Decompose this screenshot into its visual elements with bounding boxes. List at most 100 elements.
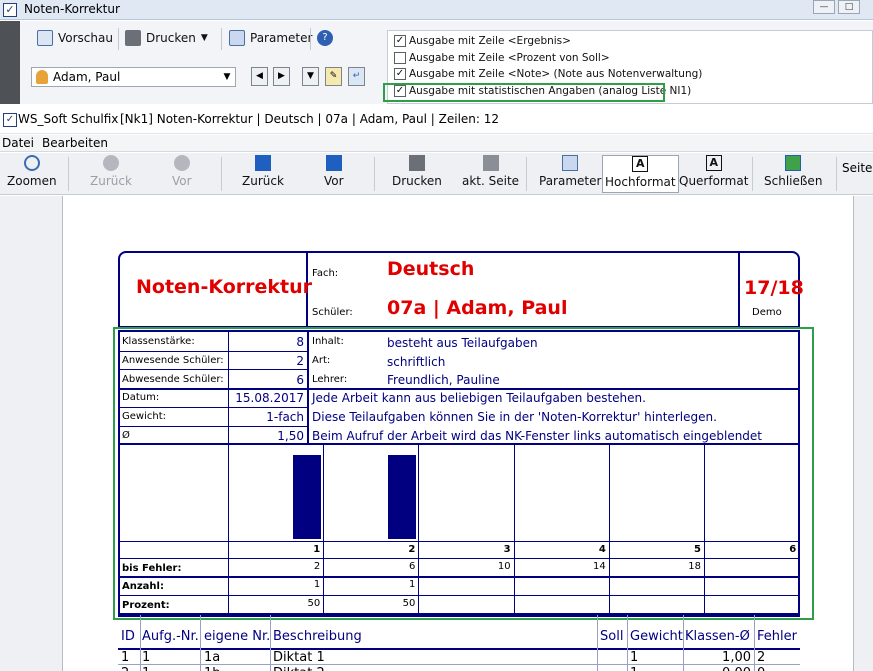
forward-disabled-label: Vor bbox=[172, 174, 192, 188]
table-header[interactable]: Klassen-Ø bbox=[685, 629, 750, 644]
menu-bearbeiten[interactable]: Bearbeiten bbox=[42, 136, 108, 150]
prozent-cell: 50 bbox=[307, 598, 321, 609]
option-label: Ausgabe mit Zeile <Ergebnis> bbox=[409, 35, 571, 47]
app-bar: ✓ WS_Soft Schulfix [Nk1] Noten-Korrektur… bbox=[0, 106, 873, 134]
next-student-button[interactable]: ▶ bbox=[273, 67, 290, 86]
parameter-button-2[interactable]: Parameter bbox=[539, 155, 601, 188]
drucken-button[interactable]: Drucken ▼ bbox=[125, 30, 208, 46]
table-header[interactable]: eigene Nr. bbox=[204, 629, 270, 644]
grid-line bbox=[513, 443, 515, 615]
checkbox[interactable] bbox=[394, 52, 406, 64]
table-header[interactable]: Aufg.-Nr. bbox=[142, 629, 199, 644]
grade-tick-label: 6 bbox=[789, 544, 797, 555]
close-button[interactable]: Schließen bbox=[764, 155, 822, 188]
grid-line bbox=[704, 443, 705, 615]
option-ergebnis[interactable]: ✓ Ausgabe mit Zeile <Ergebnis> bbox=[394, 35, 571, 47]
parameter-button[interactable]: Parameter bbox=[229, 30, 312, 46]
grid-line bbox=[683, 615, 684, 671]
back-button[interactable]: Zurück bbox=[242, 155, 284, 188]
parameter-icon bbox=[229, 30, 245, 46]
table-cell: 1b bbox=[204, 666, 221, 671]
table-cell: 1 bbox=[630, 650, 639, 665]
forward-label: Vor bbox=[324, 174, 344, 188]
forward-icon bbox=[173, 155, 190, 171]
forward-button[interactable]: Vor bbox=[324, 155, 344, 188]
table-cell: 0 bbox=[757, 666, 765, 671]
separator bbox=[68, 157, 69, 191]
table-header[interactable]: Gewicht bbox=[630, 629, 683, 644]
table-cell: 1 bbox=[121, 650, 130, 665]
maximize-button[interactable]: □ bbox=[838, 0, 860, 14]
school-year: 17/18 bbox=[744, 277, 804, 299]
forward-disabled-button[interactable]: Vor bbox=[172, 155, 192, 188]
enter-icon[interactable]: ↵ bbox=[348, 67, 365, 86]
printer-icon bbox=[125, 30, 141, 46]
checkbox[interactable]: ✓ bbox=[394, 68, 406, 80]
print-current-label: akt. Seite bbox=[462, 174, 520, 188]
table-cell: Diktat 1 bbox=[273, 650, 325, 665]
grid-line bbox=[140, 615, 141, 671]
back-label: Zurück bbox=[242, 174, 284, 188]
landscape-button[interactable]: A Querformat bbox=[679, 155, 748, 188]
highlight-box bbox=[383, 83, 665, 102]
separator bbox=[310, 28, 311, 50]
close-label: Schließen bbox=[764, 174, 823, 188]
table-header[interactable]: Beschreibung bbox=[273, 629, 362, 644]
print-label: Drucken bbox=[392, 174, 442, 188]
checkbox[interactable]: ✓ bbox=[394, 35, 406, 47]
zoom-label: Zoomen bbox=[7, 174, 57, 188]
grade-tick-label: 1 bbox=[313, 544, 321, 555]
option-note[interactable]: ✓ Ausgabe mit Zeile <Note> (Note aus Not… bbox=[394, 68, 702, 80]
table-header[interactable]: ID bbox=[121, 629, 135, 644]
parameter-icon bbox=[562, 155, 579, 171]
student-select[interactable]: Adam, Paul ▼ bbox=[31, 67, 236, 87]
fach-label: Fach: bbox=[312, 268, 339, 279]
separator bbox=[221, 157, 222, 191]
portrait-label: Hochformat bbox=[605, 175, 676, 189]
separator bbox=[752, 157, 753, 191]
edit-icon[interactable]: ✎ bbox=[325, 67, 342, 86]
grid-line bbox=[597, 615, 598, 671]
anzahl-cell: 1 bbox=[313, 579, 321, 590]
title-bar: ✓ Noten-Korrektur — □ bbox=[0, 0, 873, 20]
table-cell: 2 bbox=[757, 650, 766, 665]
grid-line bbox=[418, 443, 420, 615]
schueler-label: Schüler: bbox=[312, 307, 353, 318]
menu-datei[interactable]: Datei bbox=[2, 136, 34, 150]
grid-line bbox=[200, 615, 201, 671]
window-title: Noten-Korrektur bbox=[24, 2, 120, 16]
highlight-box bbox=[113, 327, 814, 620]
prev-student-button[interactable]: ◀ bbox=[251, 67, 268, 86]
page-print-icon bbox=[482, 155, 499, 171]
student-select-value: Adam, Paul bbox=[53, 70, 121, 84]
separator bbox=[374, 157, 375, 191]
menu-bar: Datei Bearbeiten bbox=[0, 135, 873, 152]
chevron-down-icon: ▼ bbox=[200, 33, 208, 43]
preview-toolbar: Zoomen Zurück Vor Zurück Vor Drucken akt… bbox=[0, 153, 873, 195]
dropdown-button[interactable]: ▼ bbox=[302, 67, 319, 86]
back-disabled-label: Zurück bbox=[90, 174, 132, 188]
table-cell: 1,00 bbox=[722, 650, 751, 665]
bis-fehler-cell: 2 bbox=[313, 561, 321, 572]
portrait-button[interactable]: A Hochformat bbox=[602, 155, 679, 193]
left-dark-panel bbox=[0, 21, 20, 104]
print-button[interactable]: Drucken bbox=[392, 155, 442, 188]
prozent-cell: 50 bbox=[402, 598, 416, 609]
option-prozent[interactable]: Ausgabe mit Zeile <Prozent von Soll> bbox=[394, 52, 610, 64]
app-checkbox-icon: ✓ bbox=[3, 3, 17, 17]
minimize-button[interactable]: — bbox=[813, 0, 835, 14]
print-current-page-button[interactable]: akt. Seite bbox=[462, 155, 519, 188]
table-cell: 2 bbox=[121, 666, 129, 671]
back-disabled-button[interactable]: Zurück bbox=[90, 155, 132, 188]
help-button[interactable]: ? bbox=[317, 30, 333, 46]
vorschau-button[interactable]: Vorschau bbox=[37, 30, 113, 46]
parameter-label-2: Parameter bbox=[539, 174, 602, 188]
zoom-button[interactable]: Zoomen bbox=[7, 155, 57, 188]
vorschau-label: Vorschau bbox=[58, 31, 113, 45]
table-header[interactable]: Fehler bbox=[757, 629, 797, 644]
chevron-down-icon: ▼ bbox=[223, 72, 231, 82]
fach-value: Deutsch bbox=[387, 258, 475, 280]
app-title: WS_Soft Schulfix bbox=[18, 112, 119, 126]
table-header[interactable]: Soll bbox=[600, 629, 623, 644]
portrait-icon: A bbox=[632, 156, 649, 172]
